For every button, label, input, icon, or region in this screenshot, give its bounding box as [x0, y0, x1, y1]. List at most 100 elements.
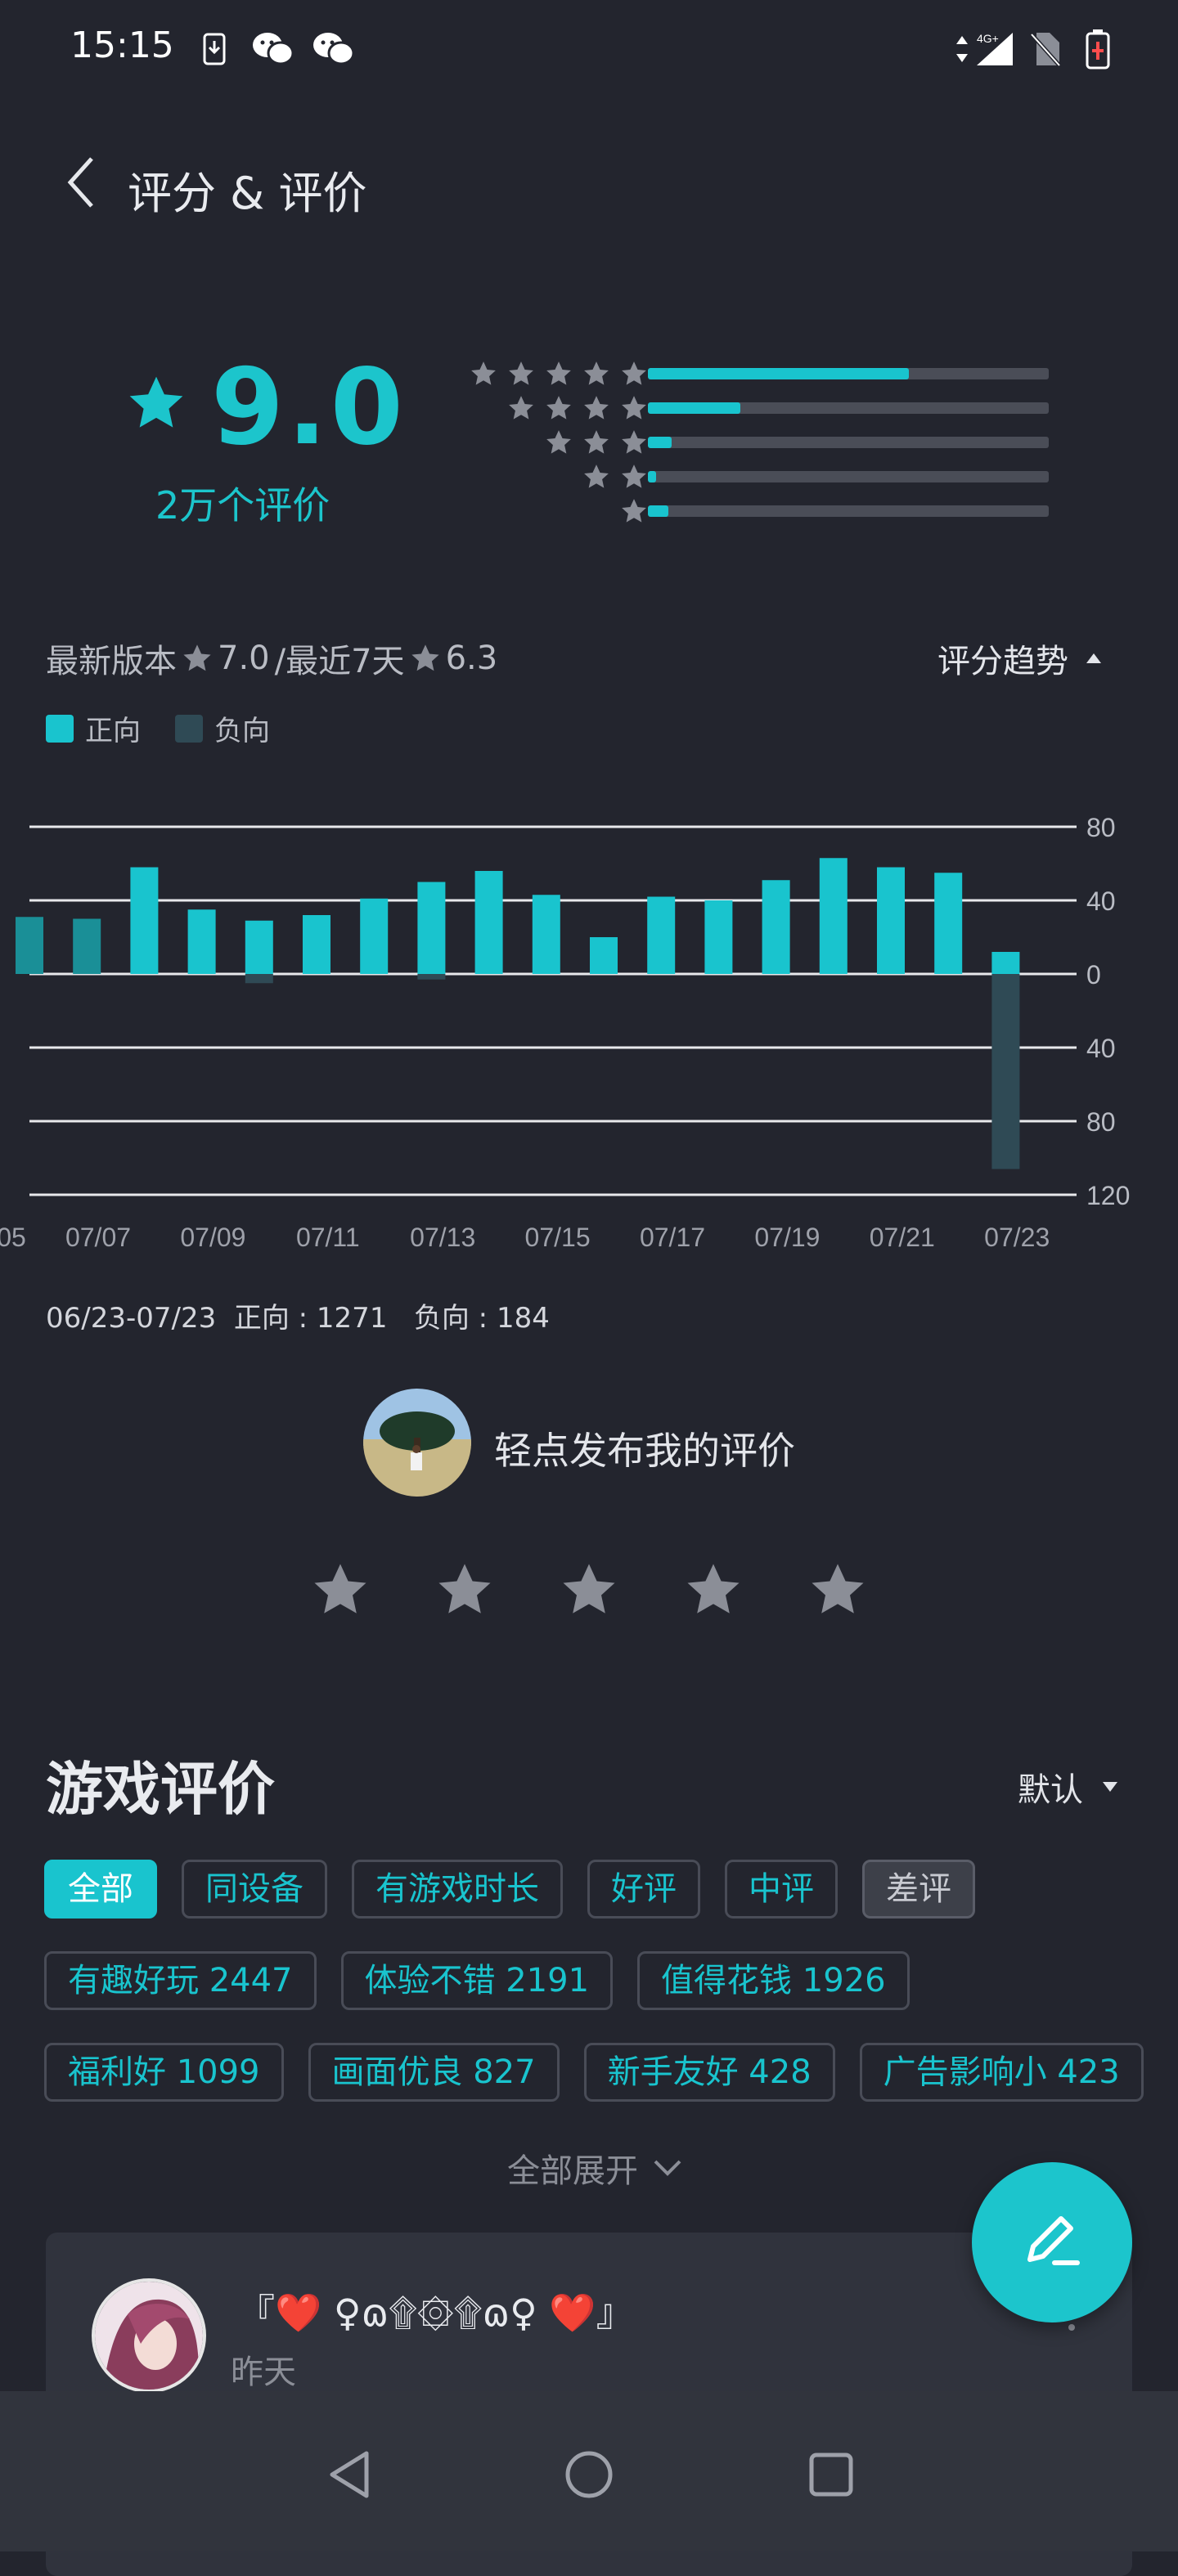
rate-star-1-icon[interactable] — [311, 1560, 370, 1619]
bar-negative — [245, 974, 273, 984]
rate-star-5-icon[interactable] — [808, 1560, 867, 1619]
overall-score: 9.0 — [211, 347, 407, 469]
version-rating-line: 最新版本 7.0 /最近7天 6.3 — [46, 635, 497, 682]
bar-positive — [991, 952, 1020, 974]
star-icon — [622, 396, 646, 420]
page-title: 评分 & 评价 — [128, 168, 367, 219]
x-tick-label: 07/17 — [640, 1223, 705, 1252]
more-options-icon[interactable] — [1068, 2324, 1075, 2331]
topic-tag-1[interactable]: 体验不错 2191 — [340, 1951, 614, 2010]
bar-positive — [877, 867, 905, 974]
write-review-button[interactable] — [972, 2162, 1132, 2322]
chart-summary: 06/23-07/23 正向 : 1271 负向 : 184 — [46, 1302, 550, 1335]
back-triangle-icon — [330, 2451, 369, 2498]
filter-tag-5[interactable]: 差评 — [862, 1860, 975, 1919]
rating-row-5-star — [442, 357, 1063, 389]
y-tick-label: 0 — [1086, 960, 1101, 990]
bar-positive — [590, 937, 618, 974]
nav-recents-button[interactable] — [798, 2442, 864, 2507]
rating-trend-toggle[interactable]: 评分趋势 — [937, 635, 1103, 682]
signal-4g-icon: 4G+ — [973, 29, 1019, 69]
bar-positive — [16, 917, 43, 974]
caret-up-icon — [1086, 653, 1101, 663]
nav-back-button[interactable] — [319, 2442, 384, 2507]
topic-tag-3[interactable]: 广告影响小 423 — [859, 2043, 1144, 2102]
bar-positive — [474, 871, 503, 974]
star-icon — [584, 430, 609, 454]
bar-negative — [991, 974, 1020, 1169]
rate-stars[interactable] — [311, 1560, 867, 1619]
filter-tags: 全部 同设备 有游戏时长 好评 中评 差评 — [44, 1860, 975, 1919]
filter-tag-4[interactable]: 中评 — [725, 1860, 838, 1919]
last7-score: 6.3 — [445, 640, 498, 677]
star-icon — [509, 361, 533, 385]
caret-down-icon — [1103, 1782, 1117, 1792]
bar-positive — [532, 895, 560, 974]
x-tick-label: 05 — [0, 1223, 26, 1252]
star-icon — [411, 644, 439, 671]
expand-all-button[interactable]: 全部展开 — [507, 2144, 682, 2192]
topic-tag-2[interactable]: 新手友好 428 — [583, 2043, 835, 2102]
filter-tag-3[interactable]: 好评 — [587, 1860, 700, 1919]
rating-bar-fill — [648, 368, 909, 379]
topic-tags-row: 有趣好玩 2447 体验不错 2191 值得花钱 1926 — [44, 1951, 910, 2010]
wechat-icon — [311, 29, 357, 69]
status-time: 15:15 — [70, 25, 174, 66]
nav-home-button[interactable] — [556, 2442, 622, 2507]
filter-tag-1[interactable]: 同设备 — [182, 1860, 327, 1919]
legend-positive: 正向 — [85, 715, 141, 747]
y-tick-label: 80 — [1086, 813, 1116, 842]
bar-positive — [245, 920, 273, 974]
topic-tag-0[interactable]: 福利好 1099 — [44, 2043, 284, 2102]
legend-negative: 负向 — [214, 715, 270, 747]
post-review-prompt[interactable]: 轻点发布我的评价 — [494, 1421, 795, 1475]
latest-version-label: 最新版本 — [46, 643, 177, 680]
y-tick-label: 120 — [1086, 1181, 1130, 1210]
data-arrows-icon — [952, 29, 972, 69]
rating-row-2-star — [442, 460, 1063, 492]
back-button[interactable] — [62, 154, 111, 211]
no-sim-icon — [1027, 29, 1063, 69]
rating-bar-track — [648, 437, 1049, 448]
pen-icon — [1027, 2216, 1080, 2265]
x-tick-label: 07/11 — [296, 1223, 360, 1252]
rating-bar-fill — [648, 437, 672, 448]
x-tick-label: 07/21 — [870, 1223, 935, 1252]
rate-star-3-icon[interactable] — [560, 1560, 618, 1619]
chart-legend: 正向 负向 — [46, 708, 270, 748]
y-tick-label: 40 — [1086, 886, 1116, 916]
x-tick-label: 07/07 — [65, 1223, 131, 1252]
topic-tag-0[interactable]: 有趣好玩 2447 — [44, 1951, 317, 2010]
star-icon — [509, 396, 533, 420]
rate-star-2-icon[interactable] — [435, 1560, 494, 1619]
section-title: 游戏评价 — [46, 1756, 275, 1823]
star-icon — [622, 464, 646, 488]
bar-negative — [417, 974, 446, 980]
topic-tag-1[interactable]: 画面优良 827 — [308, 2043, 560, 2102]
y-tick-label: 80 — [1086, 1107, 1116, 1137]
battery-charging-icon — [1083, 29, 1113, 70]
rating-bar-fill — [648, 505, 668, 517]
bar-positive — [819, 858, 848, 974]
filter-tag-0[interactable]: 全部 — [44, 1860, 157, 1919]
topic-tag-2[interactable]: 值得花钱 1926 — [637, 1951, 910, 2010]
recents-square-icon — [809, 2453, 853, 2497]
my-avatar[interactable] — [363, 1389, 471, 1497]
last7-label: /最近7天 — [274, 643, 405, 680]
star-icon — [584, 464, 609, 488]
rating-bar-track — [648, 402, 1049, 414]
star-icon — [129, 376, 183, 428]
chevron-down-icon — [654, 2160, 681, 2176]
filter-tag-2[interactable]: 有游戏时长 — [352, 1860, 563, 1919]
sort-dropdown[interactable]: 默认 — [1018, 1763, 1119, 1811]
bar-positive — [303, 915, 330, 974]
rate-star-4-icon[interactable] — [684, 1560, 743, 1619]
reviewer-avatar[interactable] — [92, 2278, 206, 2393]
star-icon — [584, 361, 609, 385]
star-icon — [622, 430, 646, 454]
bar-positive — [762, 880, 790, 974]
rating-count: 2万个评价 — [155, 483, 330, 527]
review-time: 昨天 — [231, 2354, 296, 2391]
rating-trend-chart: 80 40 0 40 80 120 05 07/07 07/09 07/11 07/13 07/15 0… — [0, 813, 1130, 1252]
negative-swatch — [175, 714, 203, 743]
